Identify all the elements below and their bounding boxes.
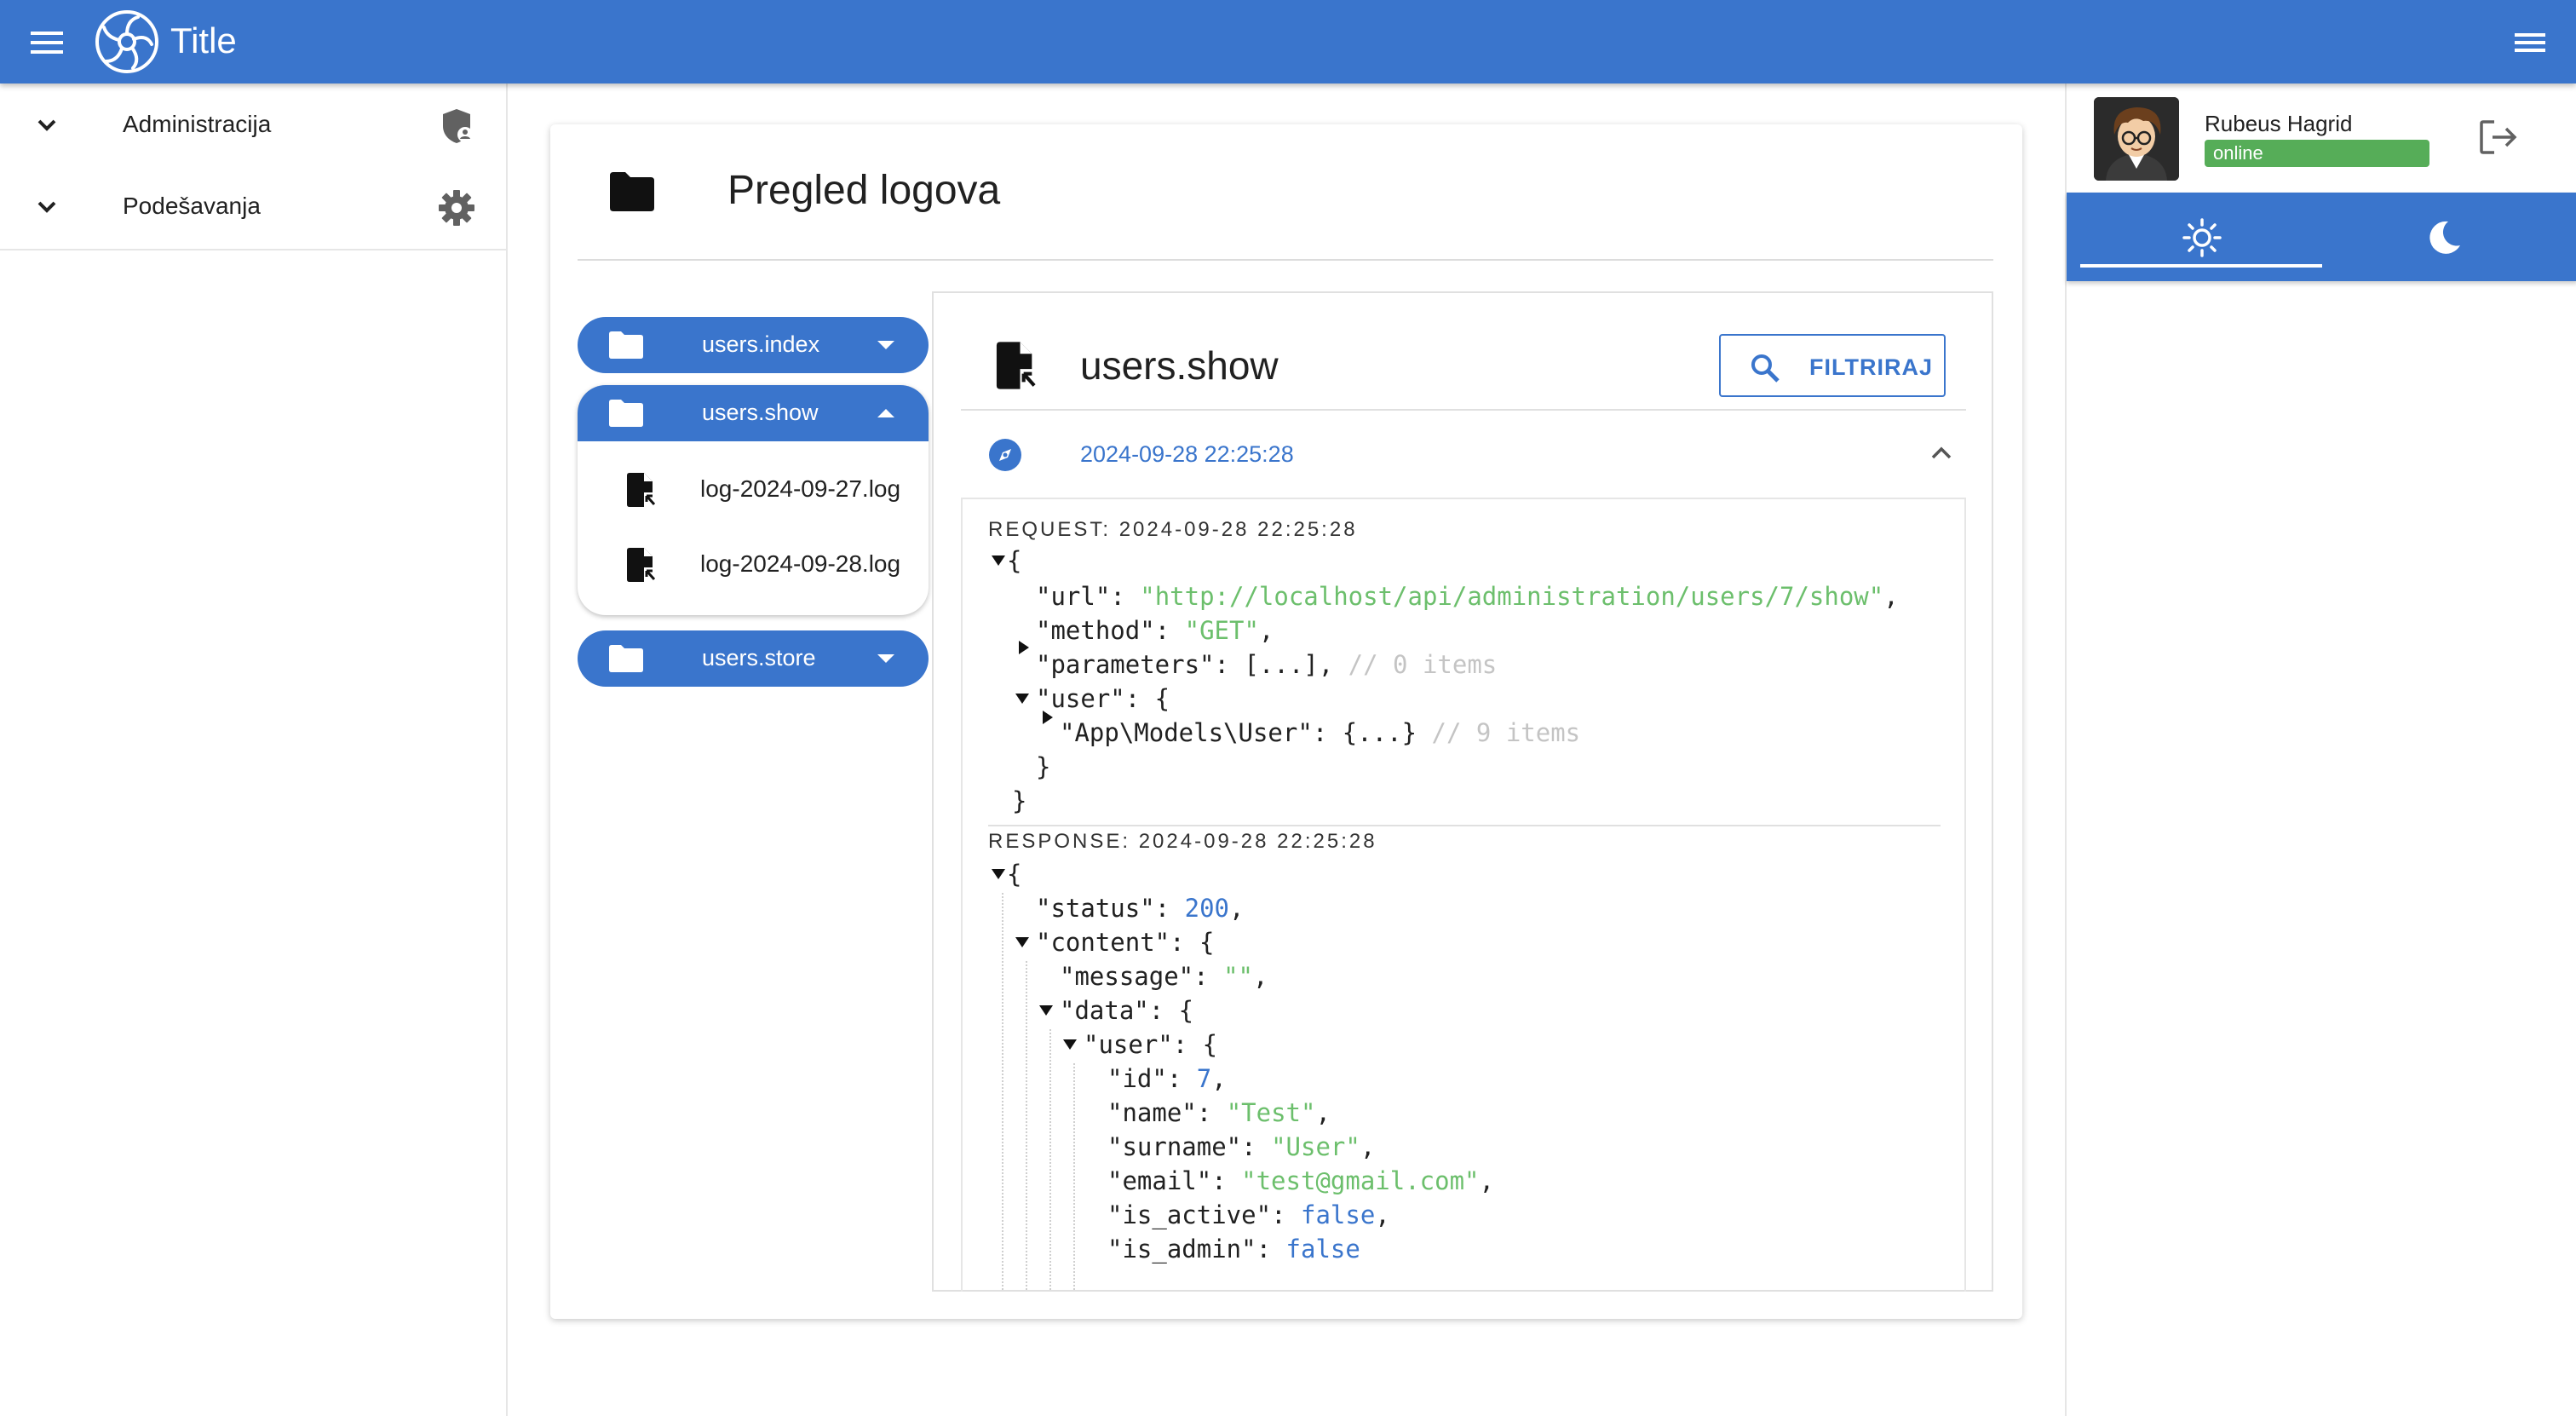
- log-file-label: log-2024-09-28.log: [700, 550, 901, 577]
- nav-item-administracija[interactable]: Administracija: [0, 83, 506, 165]
- logout-icon[interactable]: [2479, 119, 2518, 155]
- route-label: users.store: [702, 645, 816, 671]
- search-icon: [1750, 353, 1780, 383]
- json-line: "user": {: [1084, 1030, 1218, 1059]
- route-users-index[interactable]: users.index: [578, 317, 929, 373]
- json-line: "message": "",: [1060, 962, 1268, 991]
- caret-up-icon[interactable]: [876, 406, 896, 421]
- log-entry-body: REQUEST: 2024-09-28 22:25:28 { "url": "h…: [961, 498, 1966, 1292]
- app-bar: Title: [0, 0, 2576, 83]
- indent-guide: [1073, 1063, 1075, 1292]
- json-toggle[interactable]: [1063, 1039, 1077, 1050]
- json-line: "is_active": false,: [1107, 1200, 1390, 1229]
- caret-down-icon[interactable]: [876, 651, 896, 666]
- json-toggle[interactable]: [1039, 1005, 1053, 1016]
- sun-icon: [2182, 218, 2222, 257]
- folder-icon: [608, 170, 656, 213]
- file-open-icon: [625, 472, 656, 508]
- hamburger-menu-icon[interactable]: [26, 26, 68, 60]
- nav-list: Administracija Podešavanja: [0, 83, 506, 250]
- json-line: }: [1012, 786, 1027, 815]
- caret-down-icon[interactable]: [876, 337, 896, 353]
- json-line: "App\Models\User": {...} // 9 items: [1060, 718, 1581, 747]
- folder-icon: [608, 399, 644, 428]
- json-line: "content": {: [1036, 928, 1215, 957]
- log-file-item[interactable]: log-2024-09-27.log: [578, 453, 929, 521]
- route-users-store[interactable]: users.store: [578, 630, 929, 687]
- json-line: {: [1007, 860, 1022, 889]
- json-toggle[interactable]: [992, 869, 1005, 879]
- json-line: "email": "test@gmail.com",: [1107, 1166, 1494, 1195]
- log-entry-header[interactable]: 2024-09-28 22:25:28: [961, 412, 1966, 498]
- json-line: "parameters": [...], // 0 items: [1036, 650, 1498, 679]
- json-toggle[interactable]: [1019, 641, 1029, 654]
- json-line: "data": {: [1060, 996, 1194, 1025]
- navigation-drawer: Administracija Podešavanja: [0, 83, 508, 1416]
- json-line: "id": 7,: [1107, 1064, 1227, 1093]
- json-toggle[interactable]: [1015, 694, 1029, 704]
- json-toggle[interactable]: [1015, 937, 1029, 947]
- moon-icon: [2424, 218, 2464, 257]
- json-line: "is_admin": false: [1107, 1235, 1360, 1263]
- json-line: {: [1007, 546, 1022, 575]
- theme-tab-light[interactable]: [2080, 193, 2322, 281]
- log-detail-panel: users.show FILTRIRAJ 2024-09-28 22:25:28…: [932, 291, 1993, 1292]
- card-header: Pregled logova: [578, 124, 1993, 261]
- request-label: REQUEST: 2024-09-28 22:25:28: [988, 518, 1358, 541]
- indent-guide: [1049, 1029, 1051, 1292]
- log-file-item[interactable]: log-2024-09-28.log: [578, 528, 929, 596]
- file-open-icon: [625, 547, 656, 583]
- json-line: "status": 200,: [1036, 894, 1245, 923]
- log-entry-timestamp: 2024-09-28 22:25:28: [1080, 441, 1294, 467]
- json-line: "surname": "User",: [1107, 1132, 1376, 1161]
- user-panel: Rubeus Hagrid online: [2065, 83, 2576, 1416]
- route-users-show[interactable]: users.show: [578, 385, 929, 441]
- compass-icon: [988, 438, 1022, 472]
- detail-title: users.show: [1080, 343, 1279, 388]
- status-badge: online: [2205, 140, 2429, 167]
- theme-switcher: [2067, 193, 2576, 281]
- route-label: users.show: [702, 400, 819, 425]
- file-open-icon: [993, 341, 1038, 390]
- filter-button[interactable]: FILTRIRAJ: [1719, 334, 1946, 397]
- section-divider: [988, 825, 1941, 826]
- json-line: "name": "Test",: [1107, 1098, 1331, 1127]
- hamburger-menu-right-icon[interactable]: [2508, 26, 2550, 60]
- log-viewer-card: Pregled logova users.index users.show lo…: [550, 124, 2022, 1319]
- detail-header: users.show FILTRIRAJ: [961, 293, 1966, 411]
- avatar[interactable]: [2094, 97, 2179, 181]
- filter-button-label: FILTRIRAJ: [1809, 354, 1933, 380]
- user-name: Rubeus Hagrid: [2205, 111, 2353, 136]
- chevron-down-icon[interactable]: [32, 111, 61, 140]
- route-label: users.index: [702, 331, 820, 357]
- json-line: "user": {: [1036, 684, 1170, 713]
- nav-item-label: Administracija: [123, 111, 272, 137]
- nav-item-podesavanja[interactable]: Podešavanja: [0, 165, 506, 247]
- json-toggle[interactable]: [1043, 711, 1053, 724]
- theme-tab-dark[interactable]: [2322, 193, 2564, 281]
- json-line: "url": "http://localhost/api/administrat…: [1036, 582, 1899, 611]
- shield-person-icon: [436, 106, 477, 147]
- nav-item-label: Podešavanja: [123, 193, 261, 219]
- json-toggle[interactable]: [992, 555, 1005, 566]
- app-title: Title: [170, 20, 237, 60]
- chevron-up-icon[interactable]: [1930, 445, 1952, 460]
- gear-icon: [436, 187, 477, 228]
- chevron-down-icon[interactable]: [32, 193, 61, 222]
- active-tab-indicator: [2080, 264, 2322, 268]
- response-label: RESPONSE: 2024-09-28 22:25:28: [988, 830, 1377, 853]
- folder-icon: [608, 331, 644, 360]
- app-logo-icon[interactable]: [94, 9, 160, 75]
- profile-section: Rubeus Hagrid online: [2067, 83, 2576, 193]
- json-line: }: [1036, 752, 1051, 781]
- json-line: "method": "GET",: [1036, 616, 1274, 645]
- log-file-label: log-2024-09-27.log: [700, 475, 901, 502]
- indent-guide: [1002, 893, 1003, 1292]
- folder-icon: [608, 644, 644, 673]
- route-users-show-group: users.show log-2024-09-27.log log-2024-0…: [578, 385, 929, 615]
- page-title: Pregled logova: [727, 168, 1001, 213]
- indent-guide: [1026, 961, 1027, 1292]
